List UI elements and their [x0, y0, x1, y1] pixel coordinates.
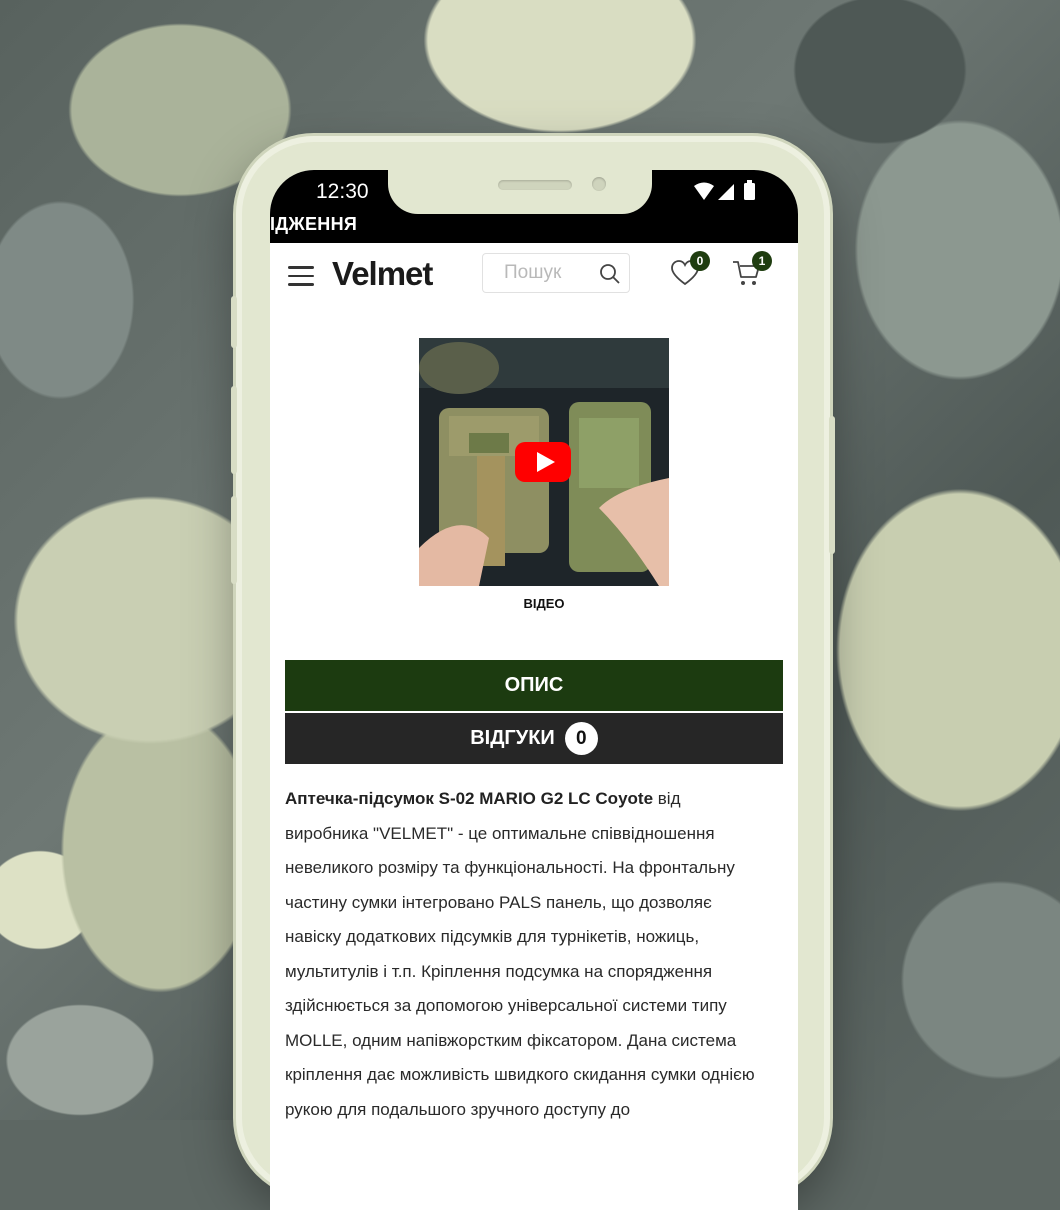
- promo-banner-text[interactable]: ІДЖЕННЯ: [270, 214, 357, 235]
- battery-icon: [744, 183, 755, 200]
- phone-screen: 12:30 ІДЖЕННЯ Velmet Пошук 0 1 ВІДЕО ОПИ…: [270, 170, 798, 1210]
- tab-description-label: ОПИС: [504, 674, 564, 696]
- search-input[interactable]: [483, 254, 604, 292]
- phone-mockup: 12:30 ІДЖЕННЯ Velmet Пошук 0 1 ВІДЕО ОПИ…: [231, 136, 835, 1210]
- wifi-icon: [694, 182, 714, 200]
- phone-volume-up: [231, 386, 237, 474]
- signal-icon: [718, 184, 734, 200]
- menu-icon[interactable]: [288, 266, 314, 286]
- status-bar: 12:30 ІДЖЕННЯ: [270, 170, 798, 243]
- phone-side-button: [231, 296, 237, 348]
- reviews-count-badge: 0: [564, 722, 598, 755]
- tab-description[interactable]: ОПИС: [285, 660, 783, 711]
- tab-reviews[interactable]: ВІДГУКИ 0: [285, 713, 783, 764]
- cart-count-badge: 1: [752, 251, 772, 271]
- wishlist-button[interactable]: 0: [670, 251, 710, 292]
- status-time: 12:30: [316, 180, 369, 203]
- description-text: від виробника "VELMET" - це оптимальне с…: [285, 789, 755, 1119]
- phone-power-button: [829, 416, 835, 554]
- video-thumbnail-image: [419, 338, 669, 586]
- site-header: Velmet 0 1: [270, 243, 798, 313]
- tab-reviews-label: ВІДГУКИ: [470, 727, 555, 749]
- product-description: Аптечка-підсумок S-02 MARIO G2 LC Coyote…: [285, 782, 765, 1127]
- velmet-logo[interactable]: Velmet: [332, 255, 433, 293]
- product-video-thumbnail[interactable]: [419, 338, 669, 586]
- system-status-icons: [694, 180, 755, 200]
- wishlist-count-badge: 0: [690, 251, 710, 271]
- front-camera: [592, 177, 606, 191]
- cart-button[interactable]: 1: [732, 251, 772, 292]
- speaker-grille: [498, 180, 572, 190]
- product-name: Аптечка-підсумок S-02 MARIO G2 LC Coyote: [285, 789, 654, 808]
- search-icon[interactable]: [599, 263, 621, 285]
- search-box: [482, 253, 630, 293]
- phone-volume-down: [231, 496, 237, 584]
- phone-notch: [388, 170, 652, 214]
- video-label: ВІДЕО: [523, 596, 565, 611]
